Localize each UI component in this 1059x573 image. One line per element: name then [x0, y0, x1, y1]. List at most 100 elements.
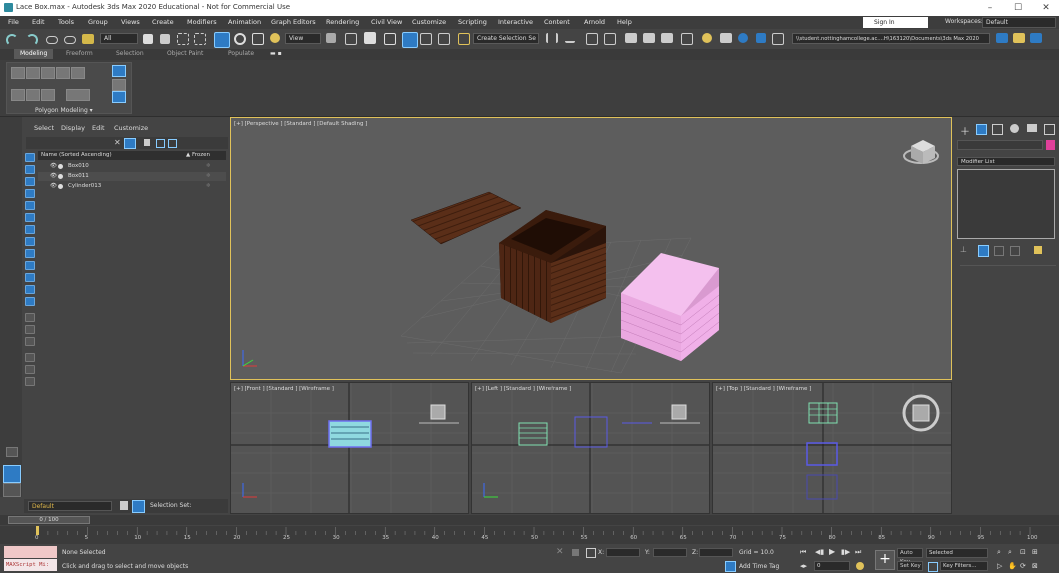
z-coordinate-field[interactable]	[699, 548, 733, 557]
reference-coord-select[interactable]: View	[285, 33, 321, 44]
rendered-frame-window-icon[interactable]	[720, 33, 732, 43]
top-viewport[interactable]: [+] [Top ] [Standard ] [Wireframe ]	[712, 382, 952, 514]
menu-scripting[interactable]: Scripting	[458, 18, 487, 26]
zoom-all-icon[interactable]: ⌕	[1008, 548, 1012, 557]
edit-named-selection-icon[interactable]	[458, 33, 470, 45]
show-end-result-icon[interactable]	[978, 245, 989, 257]
freeze-icon[interactable]: ❄	[206, 182, 211, 191]
menu-group[interactable]: Group	[88, 18, 108, 26]
object-name-field[interactable]	[957, 140, 1043, 150]
menu-animation[interactable]: Animation	[228, 18, 261, 26]
visibility-eye-icon[interactable]: 👁︎	[50, 182, 57, 191]
menu-modifiers[interactable]: Modifiers	[187, 18, 217, 26]
set-key-plus-icon[interactable]: +	[875, 550, 895, 570]
field-of-view-icon[interactable]: ▷	[997, 562, 1002, 570]
polygon-modeling-label[interactable]: Polygon Modeling ▾	[35, 107, 93, 114]
vertex-icon[interactable]	[11, 67, 25, 79]
render-production-icon[interactable]	[738, 33, 748, 43]
display-hidden-icon[interactable]	[25, 297, 35, 306]
default-tangents-icon[interactable]	[928, 562, 938, 572]
ribbon-tab-modeling[interactable]: Modeling	[14, 49, 54, 59]
render-setup-icon[interactable]	[702, 33, 712, 43]
select-and-move-icon[interactable]	[214, 32, 230, 48]
maximize-button[interactable]: ☐	[1008, 2, 1028, 14]
menu-create[interactable]: Create	[152, 18, 174, 26]
set-key-button[interactable]: Set Key	[897, 561, 923, 571]
open-folder-icon[interactable]	[1013, 33, 1025, 43]
redo-icon[interactable]	[26, 34, 38, 46]
next-frame-icon[interactable]: ▮▶	[841, 548, 850, 556]
window-crossing-icon[interactable]	[194, 33, 206, 45]
unlink-icon[interactable]	[64, 36, 76, 44]
remove-modifier-icon[interactable]	[1010, 246, 1020, 256]
snaps-toggle-icon[interactable]	[384, 33, 396, 45]
menu-views[interactable]: Views	[121, 18, 140, 26]
layers-stack-icon[interactable]	[120, 501, 128, 510]
absolute-mode-icon[interactable]	[586, 548, 596, 558]
select-by-name-icon[interactable]	[160, 34, 170, 44]
table-row[interactable]: 👁︎ Box011 ❄	[38, 172, 226, 181]
display-lights-icon[interactable]	[25, 189, 35, 198]
previous-modifier-icon[interactable]	[26, 89, 40, 101]
display-children-icon[interactable]	[25, 337, 35, 346]
left-viewport[interactable]: [+] [Left ] [Standard ] [Wireframe ]	[471, 382, 710, 514]
select-object-icon[interactable]	[143, 34, 153, 44]
time-tag-icon[interactable]	[725, 561, 736, 572]
spinner-snap-icon[interactable]	[438, 33, 450, 45]
select-and-rotate-icon[interactable]	[234, 33, 246, 45]
modify-tab-icon[interactable]	[976, 124, 987, 135]
display-spacewarps-icon[interactable]	[25, 225, 35, 234]
options-icon[interactable]	[25, 377, 35, 386]
ribbon-tab-selection[interactable]: Selection	[116, 50, 144, 57]
explorer-menu-display[interactable]: Display	[61, 124, 85, 132]
menu-rendering[interactable]: Rendering	[326, 18, 359, 26]
modifier-list-select[interactable]: Modifier List	[957, 157, 1055, 166]
go-to-end-icon[interactable]: ⏭	[855, 548, 861, 557]
menu-tools[interactable]: Tools	[58, 18, 74, 26]
menu-arnold[interactable]: Arnold	[584, 18, 605, 26]
workspaces-select[interactable]: Default	[982, 17, 1056, 28]
make-unique-icon[interactable]	[994, 246, 1004, 256]
current-frame-field[interactable]: 0	[814, 561, 850, 571]
render-in-cloud-icon[interactable]	[756, 33, 766, 43]
crate-box[interactable]	[499, 210, 606, 323]
front-viewcube-icon[interactable]	[430, 404, 446, 420]
visibility-eye-icon[interactable]: 👁︎	[50, 162, 57, 171]
modify-mode-icon[interactable]	[11, 89, 25, 101]
utilities-tab-icon[interactable]	[1044, 124, 1055, 135]
key-mode-icon[interactable]: ◂▸	[800, 562, 807, 570]
display-containers-icon[interactable]	[25, 273, 35, 282]
layer-explorer-toggle-icon[interactable]	[3, 483, 21, 497]
named-selection-set-select[interactable]: Create Selection Se	[473, 33, 539, 44]
ribbon-options-icon[interactable]: ▬ ▪	[270, 50, 282, 57]
schematic-view-icon[interactable]	[661, 33, 673, 43]
lock-icon[interactable]	[144, 139, 150, 146]
display-cameras-icon[interactable]	[25, 201, 35, 210]
toggle-ribbon-icon[interactable]	[625, 33, 637, 43]
ribbon-tab-freeform[interactable]: Freeform	[66, 50, 93, 57]
pivot-center-icon[interactable]	[326, 33, 336, 43]
edit-poly-mode-icon[interactable]	[112, 65, 126, 77]
a360-gallery-icon[interactable]	[772, 33, 784, 45]
time-slider-thumb[interactable]: 0 / 100	[8, 516, 90, 524]
hierarchy-tab-icon[interactable]	[992, 124, 1003, 135]
toggle-scene-explorer-icon[interactable]	[586, 33, 598, 45]
select-manipulate-icon[interactable]	[345, 33, 357, 45]
expand-arrow-icon[interactable]	[6, 447, 18, 457]
bind-space-warp-icon[interactable]	[82, 34, 94, 44]
next-modifier-icon[interactable]	[41, 89, 55, 101]
pan-icon[interactable]: ✋	[1008, 562, 1017, 570]
time-configuration-icon[interactable]	[856, 562, 864, 570]
element-icon[interactable]	[71, 67, 85, 79]
y-coordinate-field[interactable]	[653, 548, 687, 557]
orbit-icon[interactable]: ⟳	[1020, 562, 1026, 570]
polygon-icon[interactable]	[56, 67, 70, 79]
explorer-menu-customize[interactable]: Customize	[114, 124, 148, 132]
maximize-viewport-icon[interactable]: ⊠	[1032, 562, 1038, 570]
display-frozen-icon[interactable]	[25, 285, 35, 294]
pin-stack-icon[interactable]: ⊥	[960, 245, 967, 254]
menu-content[interactable]: Content	[544, 18, 570, 26]
display-bones-icon[interactable]	[25, 261, 35, 270]
scene-explorer-toggle-icon[interactable]	[3, 465, 21, 483]
filter-icon[interactable]	[124, 138, 136, 149]
